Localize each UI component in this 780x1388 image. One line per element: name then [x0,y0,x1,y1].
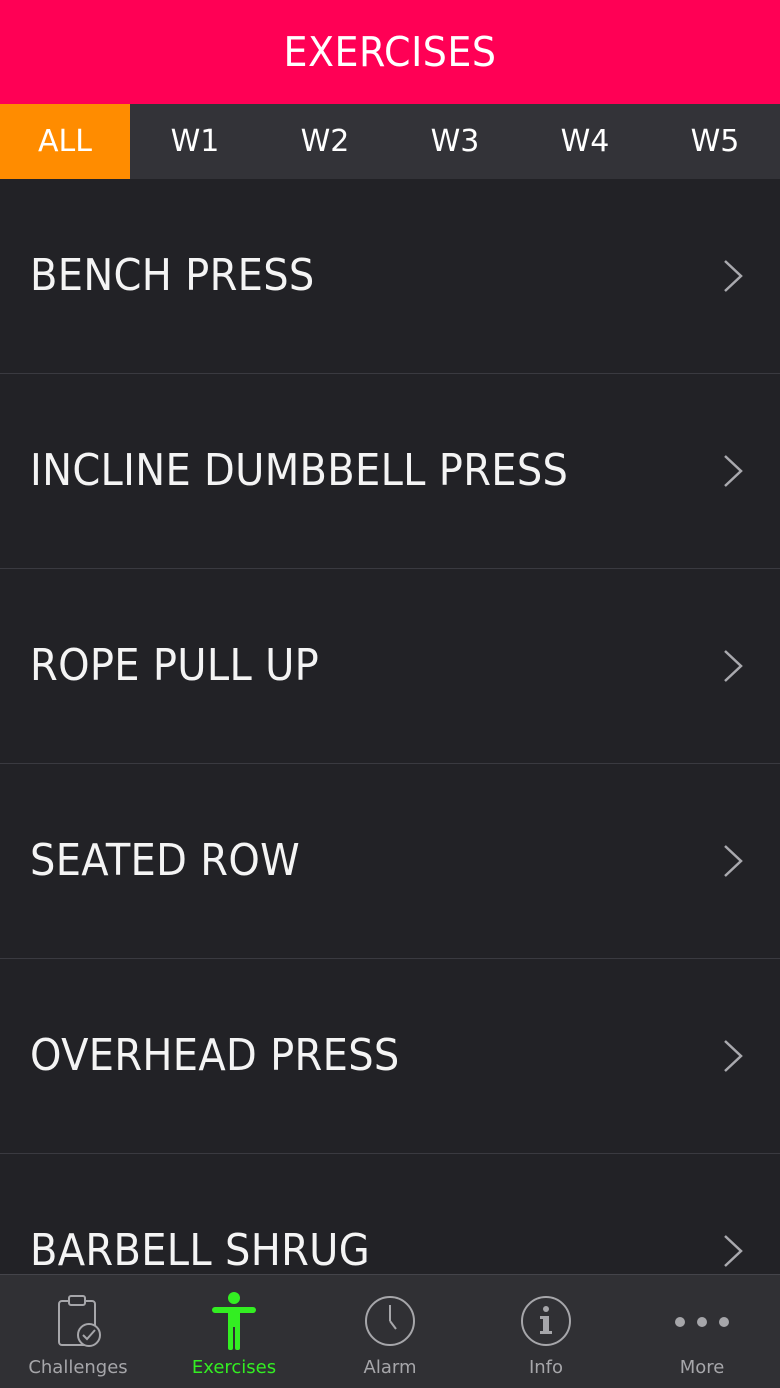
tab-w2[interactable]: W2 [260,104,390,179]
tabbar-item-more[interactable]: More [624,1275,780,1388]
tabbar-label: Challenges [28,1357,128,1378]
app-header: EXERCISES [0,0,780,104]
exercise-row-rope-pull-up[interactable]: ROPE PULL UP [0,569,780,764]
info-icon [521,1296,571,1346]
chevron-right-icon [724,260,743,292]
exercise-name: INCLINE DUMBBELL PRESS [30,446,569,496]
tab-w3[interactable]: W3 [390,104,520,179]
tabbar-item-challenges[interactable]: Challenges [0,1275,156,1388]
chevron-right-icon [724,1235,743,1267]
tab-w4[interactable]: W4 [520,104,650,179]
chevron-right-icon [724,1040,743,1072]
exercise-name: ROPE PULL UP [30,641,320,691]
exercise-row-seated-row[interactable]: SEATED ROW [0,764,780,959]
exercise-row-incline-dumbbell-press[interactable]: INCLINE DUMBBELL PRESS [0,374,780,569]
tabbar-label: Alarm [363,1357,417,1378]
tab-w5[interactable]: W5 [650,104,780,179]
week-filter-tabs: ALL W1 W2 W3 W4 W5 [0,104,780,179]
exercise-name: OVERHEAD PRESS [30,1031,400,1081]
person-figure-icon [212,1292,256,1350]
tabbar-label: More [679,1357,725,1378]
exercise-row-barbell-shrug[interactable]: BARBELL SHRUG [0,1154,780,1274]
exercise-name: BARBELL SHRUG [30,1226,371,1274]
tabbar-label: Info [528,1357,564,1378]
exercise-name: SEATED ROW [30,836,300,886]
chevron-right-icon [724,845,743,877]
clipboard-check-icon [58,1295,101,1347]
chevron-right-icon [724,455,743,487]
tabbar-item-info[interactable]: Info [468,1275,624,1388]
tab-all[interactable]: ALL [0,104,130,179]
page-title: EXERCISES [283,28,497,76]
more-dots-icon [675,1317,729,1327]
tabbar-item-exercises[interactable]: Exercises [156,1275,312,1388]
exercise-list: BENCH PRESS INCLINE DUMBBELL PRESS ROPE … [0,179,780,1274]
exercise-row-overhead-press[interactable]: OVERHEAD PRESS [0,959,780,1154]
tabbar-label: Exercises [191,1357,277,1378]
tab-w1[interactable]: W1 [130,104,260,179]
exercise-name: BENCH PRESS [30,251,315,301]
bottom-tab-bar: Challenges Exercises Alarm Info More [0,1274,780,1388]
exercise-row-bench-press[interactable]: BENCH PRESS [0,179,780,374]
tabbar-item-alarm[interactable]: Alarm [312,1275,468,1388]
chevron-right-icon [724,650,743,682]
clock-icon [365,1296,415,1346]
